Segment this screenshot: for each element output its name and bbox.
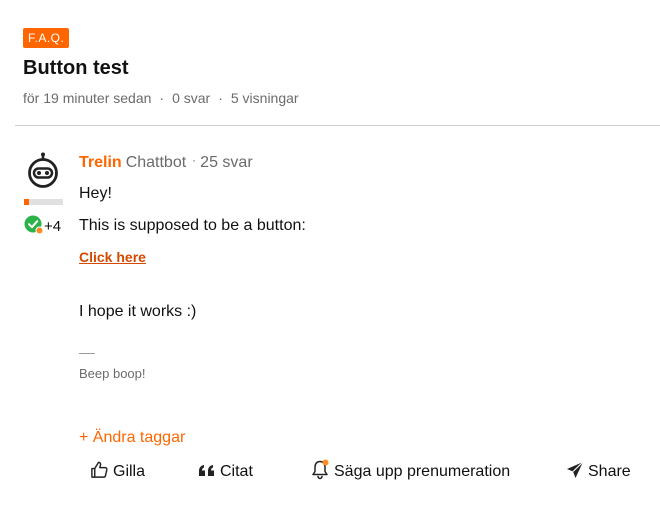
badge-count[interactable]: +4 bbox=[44, 218, 61, 235]
quote-label: Citat bbox=[220, 463, 253, 480]
meta-separator: · bbox=[218, 90, 223, 106]
quote-icon bbox=[198, 462, 220, 483]
topic-title: Button test bbox=[23, 57, 129, 79]
paper-plane-icon bbox=[566, 461, 588, 484]
rank-progress-fill bbox=[24, 199, 29, 205]
meta-separator: · bbox=[159, 90, 165, 106]
posted-time: för 19 minuter sedan bbox=[23, 90, 152, 106]
check-badge-icon[interactable] bbox=[24, 215, 44, 235]
topic-meta: för 19 minuter sedan · 0 svar · 5 visningar bbox=[23, 90, 299, 106]
rank-progress-bar bbox=[24, 199, 63, 205]
author-name-link[interactable]: Trelin bbox=[79, 154, 122, 171]
author-reply-count: 25 svar bbox=[200, 154, 253, 171]
like-label: Gilla bbox=[113, 463, 146, 480]
quote-button[interactable]: Citat bbox=[198, 460, 253, 484]
header-divider bbox=[15, 125, 660, 126]
post-line: Hey! bbox=[79, 185, 112, 202]
share-button[interactable]: Share bbox=[566, 460, 631, 484]
author-separator: · bbox=[192, 153, 197, 167]
unsubscribe-button[interactable]: Säga upp prenumeration bbox=[311, 459, 511, 485]
reply-count: 0 svar bbox=[172, 90, 211, 106]
post-link-button[interactable]: Click here bbox=[79, 249, 146, 265]
unsubscribe-label: Säga upp prenumeration bbox=[334, 463, 511, 480]
robot-icon[interactable] bbox=[24, 152, 64, 190]
like-button[interactable]: Gilla bbox=[90, 460, 145, 484]
signature: Beep boop! bbox=[79, 366, 146, 381]
post-line: This is supposed to be a button: bbox=[79, 217, 306, 234]
post-closing-line: I hope it works :) bbox=[79, 303, 197, 320]
post-author-line: Trelin Chattbot · 25 svar bbox=[79, 153, 253, 172]
signature-divider bbox=[79, 353, 95, 354]
view-count: 5 visningar bbox=[230, 90, 299, 106]
share-label: Share bbox=[588, 463, 631, 480]
edit-tags-link[interactable]: + Ändra taggar bbox=[79, 429, 185, 447]
author-role: Chattbot bbox=[125, 154, 187, 171]
bell-icon bbox=[311, 459, 334, 485]
category-badge[interactable]: F.A.Q. bbox=[23, 28, 70, 48]
thumbs-up-icon bbox=[90, 460, 113, 484]
